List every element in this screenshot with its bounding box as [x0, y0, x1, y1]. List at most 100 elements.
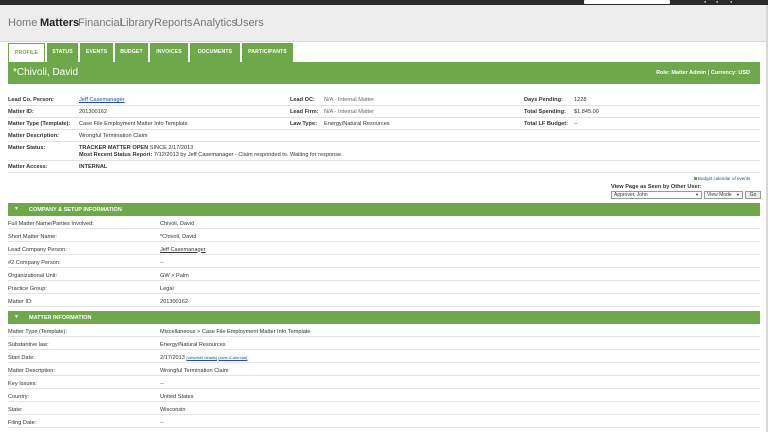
- detail-label: Substantive law:: [8, 341, 49, 348]
- days-pending-label: Days Pending:: [524, 97, 563, 103]
- chevron-down-icon: ▼: [695, 192, 699, 197]
- lead-oc-value: N/A - Internal Matter: [324, 97, 375, 103]
- detail-label: Country:: [8, 393, 30, 400]
- help-icon[interactable]: ●: [716, 0, 720, 4]
- view-as-label: View Page as Seen by Other User:: [611, 184, 702, 190]
- collapse-triangle-icon[interactable]: ▼: [14, 206, 19, 212]
- detail-value: --: [160, 380, 164, 387]
- detail-label: Filing Date:: [8, 419, 37, 426]
- detail-label: Short Matter Name:: [8, 233, 57, 240]
- nav-users[interactable]: Users: [235, 17, 264, 29]
- view-edit-details-link[interactable]: [view/edit details]: [186, 355, 216, 360]
- matter-info-section-header[interactable]: ▼ MATTER INFORMATION: [8, 311, 760, 324]
- lead-company-person-link[interactable]: Jeff Casemanager: [160, 247, 206, 253]
- nav-library[interactable]: Library: [120, 17, 154, 29]
- lead-co-person-label: Lead Co. Person:: [8, 97, 55, 103]
- detail-label: Matter Description:: [8, 367, 55, 374]
- detail-label: Full Matter Name/Parties Involved:: [8, 220, 94, 227]
- nav-matters[interactable]: Matters: [40, 17, 79, 29]
- detail-value: Wisconsin: [160, 406, 186, 413]
- summary-row: Matter Type (Template): Case File Employ…: [8, 118, 760, 130]
- detail-value: 2/17/2013 [view/edit details] [save iCal…: [160, 354, 248, 361]
- total-lf-budget-label: Total LF Budget:: [524, 121, 569, 127]
- detail-label: Start Date:: [8, 354, 35, 361]
- settings-icon[interactable]: ●: [730, 0, 734, 4]
- tab-budget[interactable]: BUDGET: [115, 43, 148, 62]
- summary-row: Matter Description: Wrongful Termination…: [8, 130, 760, 142]
- matter-description-value: Wrongful Termination Claim: [79, 133, 148, 139]
- detail-row: Matter Description: Wrongful Termination…: [8, 365, 760, 376]
- detail-value: 201300162: [160, 298, 188, 305]
- tab-documents[interactable]: DOCUMENTS: [190, 43, 240, 62]
- law-type-label: Law Type:: [290, 121, 317, 127]
- detail-value: GW > Palm: [160, 272, 189, 279]
- matter-title-bar: *Chivoli, David Role: Matter Admin | Cur…: [8, 62, 760, 84]
- lead-co-person-link[interactable]: Jeff Casemanager: [79, 97, 125, 103]
- lead-oc-label: Lead OC:: [290, 97, 315, 103]
- total-lf-budget-value: --: [574, 121, 578, 127]
- matter-type-label: Matter Type (Template):: [8, 121, 71, 127]
- detail-row: Lead Company Person: Jeff Casemanager: [8, 244, 760, 255]
- law-type-value: Energy/Natural Resources: [324, 121, 390, 127]
- summary-row: Matter Access: INTERNAL: [8, 161, 760, 173]
- view-mode-select[interactable]: View Mode ▼: [704, 191, 743, 199]
- detail-label: #2 Company Person:: [8, 259, 61, 266]
- days-pending-value: 1228: [574, 97, 587, 103]
- summary-row: Matter ID: 201300162 Lead Firm: N/A - In…: [8, 106, 760, 118]
- company-setup-section-header[interactable]: ▼ COMPANY & SETUP INFORMATION: [8, 203, 760, 216]
- detail-label: Matter ID:: [8, 298, 33, 305]
- detail-value: United States: [160, 393, 194, 400]
- detail-value: Wrongful Termination Claim: [160, 367, 229, 374]
- role-currency: Role: Matter Admin | Currency: USD: [656, 70, 750, 76]
- total-spending-value: $1,845.00: [574, 109, 599, 115]
- tab-invoices[interactable]: INVOICES: [150, 43, 188, 62]
- detail-label: Lead Company Person:: [8, 246, 67, 253]
- detail-row: #2 Company Person: --: [8, 257, 760, 268]
- total-spending-label: Total Spending:: [524, 109, 566, 115]
- go-button[interactable]: Go: [745, 191, 761, 199]
- detail-row: Matter ID: 201300162: [8, 296, 760, 307]
- detail-row: Start Date: 2/17/2013 [view/edit details…: [8, 352, 760, 363]
- matter-status-label: Matter Status:: [8, 145, 46, 151]
- global-search-input[interactable]: [584, 0, 670, 4]
- detail-value: Energy/Natural Resources: [160, 341, 226, 348]
- detail-label: Matter Type (Template):: [8, 328, 67, 335]
- nav-financial[interactable]: Financial: [78, 17, 122, 29]
- detail-row: State: Wisconsin: [8, 404, 760, 415]
- tab-profile[interactable]: PROFILE: [8, 43, 45, 62]
- user-icon[interactable]: ●: [704, 0, 708, 4]
- section-title: MATTER INFORMATION: [29, 314, 92, 321]
- detail-label: Key Issues:: [8, 380, 37, 387]
- detail-value: Miscellaneous > Case File Employment Mat…: [160, 328, 311, 335]
- matter-access-value: INTERNAL: [79, 164, 108, 170]
- detail-label: State:: [8, 406, 23, 413]
- matter-description-label: Matter Description:: [8, 133, 59, 139]
- detail-row: Full Matter Name/Parties Involved: Chivo…: [8, 218, 760, 229]
- lead-firm-label: Lead Firm:: [290, 109, 319, 115]
- tab-participants[interactable]: PARTICIPANTS: [242, 43, 293, 62]
- nav-home[interactable]: Home: [8, 17, 37, 29]
- summary-row: Matter Status: TRACKER MATTER OPEN SINCE…: [8, 142, 760, 161]
- view-as-user-select[interactable]: Approver, John ▼: [611, 191, 702, 199]
- matter-id-label: Matter ID:: [8, 109, 34, 115]
- nav-reports[interactable]: Reports: [154, 17, 193, 29]
- summary-row: Lead Co. Person: Jeff Casemanager Lead O…: [8, 94, 760, 106]
- matter-access-label: Matter Access:: [8, 164, 48, 170]
- matter-name: *Chivoli, David: [13, 67, 79, 78]
- tab-status[interactable]: STATUS: [47, 43, 78, 62]
- matter-type-value: Case File Employment Matter Info Templat…: [79, 121, 188, 127]
- budget-calendar-link[interactable]: Budget calendar of events: [694, 176, 750, 181]
- main-nav: Home Matters Financial Library Reports A…: [0, 5, 768, 42]
- nav-analytics[interactable]: Analytics: [193, 17, 237, 29]
- detail-row: Practice Group: Legal: [8, 283, 760, 294]
- detail-row: Country: United States: [8, 391, 760, 402]
- save-icalendar-link[interactable]: [save iCalendar]: [218, 355, 247, 360]
- matter-status-line1: TRACKER MATTER OPEN SINCE 2/17/2013: [79, 145, 194, 151]
- detail-row: Substantive law: Energy/Natural Resource…: [8, 339, 760, 350]
- tab-events[interactable]: EVENTS: [80, 43, 113, 62]
- detail-label: Practice Group:: [8, 285, 47, 292]
- detail-value: --: [160, 419, 164, 426]
- detail-row: Filing Date: --: [8, 417, 760, 428]
- collapse-triangle-icon[interactable]: ▼: [14, 314, 19, 320]
- detail-value: --: [160, 259, 164, 266]
